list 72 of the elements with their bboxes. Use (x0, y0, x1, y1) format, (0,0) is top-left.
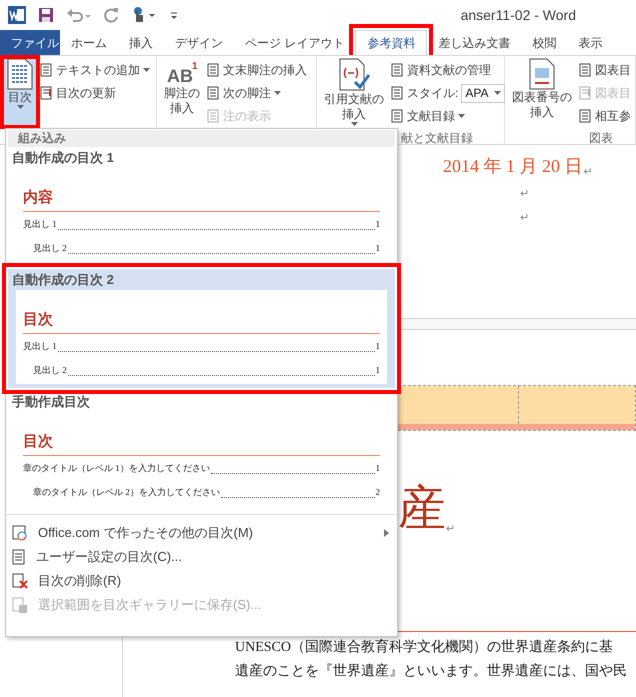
ribbon-small-button[interactable]: 次の脚注 (206, 82, 307, 104)
toc-gallery-item[interactable]: 自動作成の目次 2 目次 見出し 1 1 見出し 2 1 (8, 269, 395, 388)
ribbon-small-button[interactable]: 資料文献の管理 (390, 59, 506, 81)
preview-heading: 内容 (23, 189, 53, 207)
document-disk-icon (12, 597, 28, 613)
style-label: スタイル: (407, 85, 458, 102)
preview-heading: 目次 (23, 311, 53, 329)
list-page-icon (578, 63, 592, 77)
paragraph-mark: ↵ (584, 164, 593, 180)
ribbon-small-button[interactable]: 目次の更新 (39, 82, 150, 104)
paragraph-mark: ↵ (520, 210, 530, 226)
submenu-arrow-icon (384, 529, 389, 537)
toc-entry: 見出し 2 1 (33, 364, 380, 378)
ribbon-tab[interactable]: 表示 (567, 30, 614, 55)
caret-icon (143, 68, 150, 72)
document-date: 2014 年 1 月 20 日 (443, 155, 582, 178)
preview-heading: 目次 (23, 433, 53, 451)
ribbon-small-button[interactable]: テキストの追加 (39, 59, 150, 81)
document-check-icon (337, 58, 371, 92)
save-icon[interactable] (38, 7, 54, 23)
ribbon-tab[interactable]: ホーム (60, 30, 118, 55)
ribbon-tab[interactable]: 挿入 (118, 30, 164, 55)
ribbon-tab[interactable]: 差し込み文書 (427, 30, 522, 55)
caret-icon (458, 114, 465, 118)
ribbon-group-label: 図表 (589, 131, 613, 145)
picture-page-icon (529, 58, 555, 90)
document-lines-icon (7, 58, 33, 90)
document-lines-icon (390, 86, 404, 100)
ribbon-tab[interactable]: ファイル (0, 30, 60, 55)
word-logo-icon[interactable] (8, 6, 26, 24)
document-icon (12, 549, 26, 565)
gallery-item-title: 手動作成目次 (11, 393, 91, 411)
menu-item[interactable]: ユーザー設定の目次(C)... (6, 545, 397, 569)
caret-icon (494, 91, 502, 95)
caret-icon (274, 91, 281, 95)
gallery-item-title: 自動作成の目次 2 (11, 271, 115, 289)
style-dropdown[interactable]: APA (461, 84, 506, 102)
paragraph-mark: ↵ (520, 186, 530, 202)
body-text-line: 遺産のことを『世界遺産』といいます。世界遺産には、国や民 (235, 662, 628, 681)
menu-item[interactable]: Office.com で作ったその他の目次(M) (6, 521, 397, 545)
ribbon-tab[interactable]: 校閲 (521, 30, 568, 55)
document-cross-icon (12, 573, 28, 589)
document-title: 産 (398, 481, 446, 537)
touch-mode-icon[interactable] (132, 6, 158, 24)
page-icon (206, 109, 220, 123)
ribbon-large-button[interactable]: 目次 (3, 58, 37, 126)
ribbon-small-button[interactable]: 相互参 (578, 105, 631, 127)
toc-entry: 見出し 2 1 (33, 242, 380, 256)
document-globe-icon (12, 525, 28, 541)
gallery-item-title: 自動作成の目次 1 (11, 149, 115, 167)
ribbon-tab[interactable]: デザイン (164, 30, 234, 55)
caret-icon (350, 122, 358, 126)
ribbon-small-button[interactable]: 図表目 (578, 59, 631, 81)
paragraph-mark: ↵ (446, 520, 456, 536)
customize-menu-icon[interactable] (170, 10, 178, 20)
ribbon-large-button[interactable]: 図表番号の 挿入 (508, 58, 576, 126)
toc-entry: 章のタイトル（レベル 2）を入力してください 2 (33, 486, 380, 500)
ribbon-small-button[interactable]: 文末脚注の挿入 (206, 59, 307, 81)
toc-entry: 見出し 1 1 (23, 218, 380, 232)
undo-icon[interactable] (66, 7, 92, 23)
menu-section-header: 組み込み (8, 130, 395, 147)
toc-entry: 章のタイトル（レベル 1）を入力してください 1 (23, 462, 380, 476)
ribbon-large-button[interactable]: 引用文献の 挿入 (320, 58, 388, 126)
body-text-line: UNESCO（国際連合教育科学文化機関）の世界遺産条約に基 (235, 638, 614, 657)
redo-icon[interactable] (104, 7, 120, 23)
menu-item[interactable]: 目次の削除(R) (6, 569, 397, 593)
window-title: anser11-02 - Word (460, 6, 576, 24)
caret-icon (16, 105, 24, 109)
ribbon-small-button[interactable]: 文献目録 (390, 105, 506, 127)
toc-entry: 見出し 1 1 (23, 340, 380, 354)
ribbon-group-label: 献と文献目録 (401, 131, 473, 145)
ribbon-tab[interactable]: ページ レイアウト (234, 30, 356, 55)
